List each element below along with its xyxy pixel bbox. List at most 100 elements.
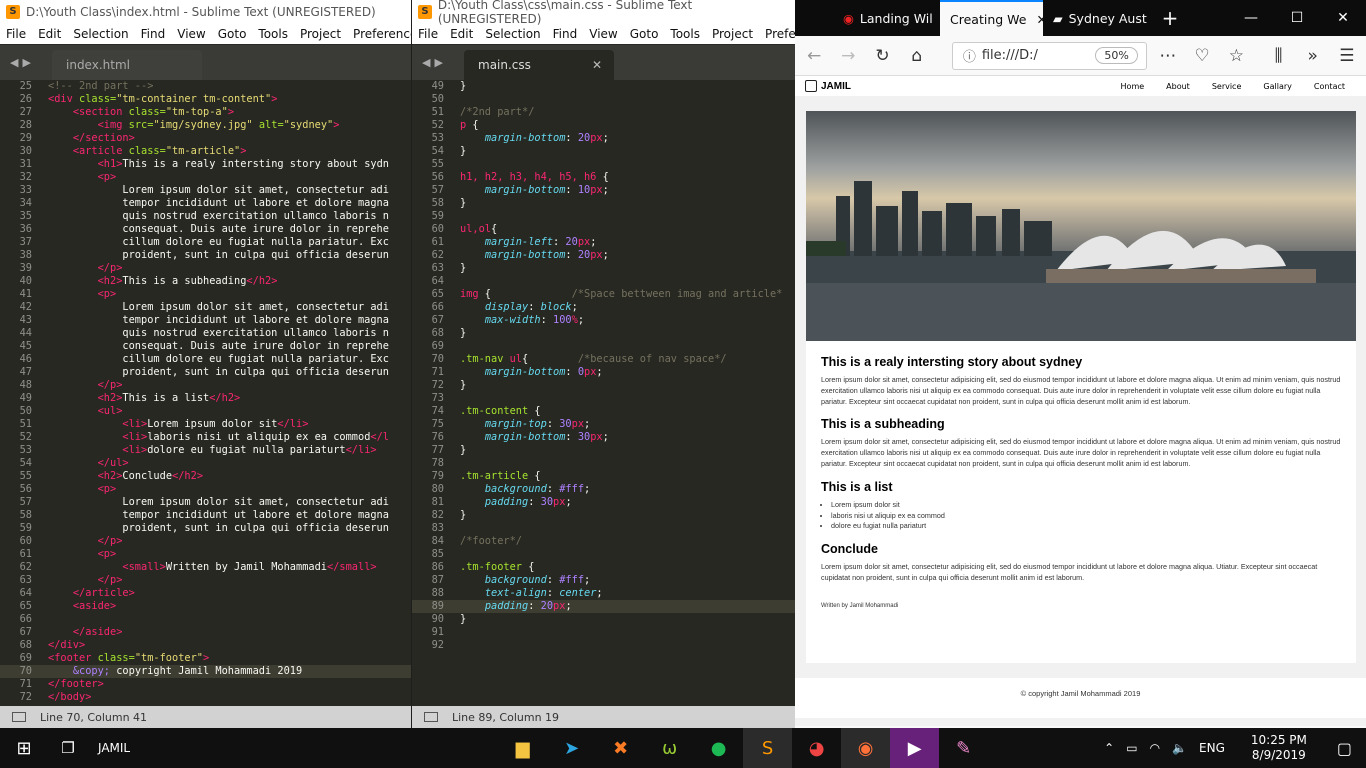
menu-item-project[interactable]: Project	[706, 27, 759, 41]
menu-item-edit[interactable]: Edit	[444, 27, 479, 41]
sublime-window-index: S D:\Youth Class\index.html - Sublime Te…	[0, 0, 411, 728]
menu-item-prefere[interactable]: Prefere	[759, 27, 795, 41]
line-number: 59	[19, 522, 32, 534]
code-text: </p>	[97, 262, 123, 274]
tab-nav-arrows-icon[interactable]: ◀▶	[422, 56, 447, 69]
list-item: laboris nisi ut aliquip ex ea commod	[831, 511, 1341, 522]
visual-studio-icon[interactable]: ▶	[890, 728, 940, 768]
language-indicator[interactable]: ENG	[1199, 741, 1225, 755]
close-window-icon[interactable]: ✕	[1320, 0, 1366, 36]
menu-item-view[interactable]: View	[583, 27, 623, 41]
nav-link-about[interactable]: About	[1155, 82, 1201, 91]
wifi-tray-icon[interactable]: ◠	[1150, 741, 1160, 755]
xampp-icon[interactable]: ✖	[596, 728, 645, 768]
nav-link-home[interactable]: Home	[1110, 82, 1156, 91]
code-editor[interactable]: 25 <!-- 2nd part --> 26 <div class="tm-cont…	[0, 80, 411, 706]
more-icon[interactable]: ⋯	[1155, 42, 1181, 70]
code-text: .tm-content {	[460, 405, 541, 417]
forward-icon[interactable]: →	[835, 42, 861, 70]
menu-item-view[interactable]: View	[171, 27, 211, 41]
back-icon[interactable]: ←	[801, 42, 827, 70]
line-number: 72	[431, 379, 444, 391]
code-editor[interactable]: 49} 50 51/*2nd part*/52 p {53 margin-bottom…	[412, 80, 795, 706]
menu-item-find[interactable]: Find	[135, 27, 172, 41]
menu-item-preferences[interactable]: Preferences	[347, 27, 411, 41]
menu-item-selection[interactable]: Selection	[67, 27, 134, 41]
code-line: 67 </aside>	[0, 626, 411, 639]
firefox-taskbar-icon[interactable]: ◉	[841, 728, 891, 768]
tab-nav-arrows-icon[interactable]: ◀▶	[10, 56, 35, 69]
notifications-icon[interactable]: ▢	[1337, 739, 1352, 758]
menu-item-goto[interactable]: Goto	[212, 27, 253, 41]
line-number: 58	[431, 197, 444, 209]
site-logo[interactable]: JAMIL	[805, 80, 851, 92]
code-text: </section>	[72, 132, 135, 144]
menu-item-tools[interactable]: Tools	[664, 27, 706, 41]
taskbar-apps: ▆ ➤ ✖ ω ● S ◕ ◉ ▶ ✎	[498, 728, 988, 768]
line-number: 54	[431, 145, 444, 157]
line-number: 92	[431, 639, 444, 651]
sublime-taskbar-icon[interactable]: S	[743, 728, 793, 768]
chevron-up-icon[interactable]: ⌃	[1104, 741, 1114, 755]
paragraph-3: Lorem ipsum dolor sit amet, consectetur …	[821, 562, 1318, 582]
reload-icon[interactable]: ↻	[869, 42, 895, 70]
bookmark-star-icon[interactable]: ☆	[1223, 42, 1249, 70]
tab-main-css[interactable]: main.css ✕	[464, 50, 614, 80]
browser-tab[interactable]	[795, 0, 833, 36]
line-number: 49	[19, 392, 32, 404]
system-tray: ⌃ ▭ ◠ 🔈 ENG 10:25 PM 8/9/2019 ▢	[1104, 733, 1366, 763]
browser-tab-landing[interactable]: ◉ Landing Wil	[833, 0, 940, 36]
menu-icon[interactable]: ☰	[1334, 42, 1360, 70]
clock[interactable]: 10:25 PM 8/9/2019	[1251, 733, 1307, 763]
home-icon[interactable]: ⌂	[904, 42, 930, 70]
nav-link-contact[interactable]: Contact	[1303, 82, 1356, 91]
maximize-icon[interactable]: ☐	[1274, 0, 1320, 36]
chrome-icon[interactable]: ◕	[792, 728, 841, 768]
code-text: margin-bottom: 10px;	[484, 184, 609, 196]
nav-link-gallary[interactable]: Gallary	[1252, 82, 1302, 91]
menu-item-file[interactable]: File	[412, 27, 444, 41]
library-icon[interactable]: ⫼	[1265, 42, 1291, 70]
new-tab-button[interactable]: +	[1150, 0, 1190, 36]
code-line: 72 </body>	[0, 691, 411, 704]
minimize-icon[interactable]: —	[1228, 0, 1274, 36]
line-number: 39	[19, 262, 32, 274]
volume-icon[interactable]: 🔈	[1172, 741, 1187, 755]
menu-item-goto[interactable]: Goto	[624, 27, 665, 41]
code-text: <section class="tm-top-a">	[72, 106, 235, 118]
menu-item-selection[interactable]: Selection	[479, 27, 546, 41]
zoom-indicator[interactable]: 50%	[1095, 47, 1138, 64]
taskbar-user[interactable]: JAMIL	[98, 741, 130, 755]
spotify-icon[interactable]: ●	[694, 728, 743, 768]
close-icon[interactable]: ✕	[592, 58, 602, 72]
menu-item-file[interactable]: File	[0, 27, 32, 41]
code-line: 79 .tm-article {	[412, 470, 795, 483]
battery-icon[interactable]: ▭	[1126, 741, 1137, 755]
windows-start-icon[interactable]: ⊞	[0, 728, 48, 768]
tab-index-html[interactable]: index.html	[52, 50, 202, 80]
paint-icon[interactable]: ✎	[939, 728, 988, 768]
article-body: This is a realy intersting story about s…	[806, 341, 1356, 612]
browser-tab-sydney[interactable]: ▰ Sydney Aust	[1043, 0, 1150, 36]
code-line: 54}	[412, 145, 795, 158]
pocket-icon[interactable]: ♡	[1189, 42, 1215, 70]
code-text: margin-left: 20px;	[484, 236, 597, 248]
file-explorer-icon[interactable]: ▆	[498, 728, 547, 768]
menu-item-tools[interactable]: Tools	[252, 27, 294, 41]
overflow-icon[interactable]: »	[1300, 42, 1326, 70]
browser-tab-creating[interactable]: Creating We ✕	[940, 0, 1043, 36]
telegram-icon[interactable]: ➤	[547, 728, 596, 768]
menu-item-project[interactable]: Project	[294, 27, 347, 41]
wamp-icon[interactable]: ω	[645, 728, 694, 768]
menu-item-find[interactable]: Find	[547, 27, 584, 41]
url-bar[interactable]: ⓘ file:///D:/ 50%	[951, 41, 1147, 70]
nav-link-service[interactable]: Service	[1201, 82, 1253, 91]
task-view-icon[interactable]: ❐	[48, 728, 88, 768]
menu-item-edit[interactable]: Edit	[32, 27, 67, 41]
code-line: 68 </div>	[0, 639, 411, 652]
code-line: 45 consequat. Duis aute irure dolor in r…	[0, 340, 411, 353]
code-text: .tm-nav ul{ /*because of nav space*/	[460, 353, 727, 365]
code-line: 60 </p>	[0, 535, 411, 548]
